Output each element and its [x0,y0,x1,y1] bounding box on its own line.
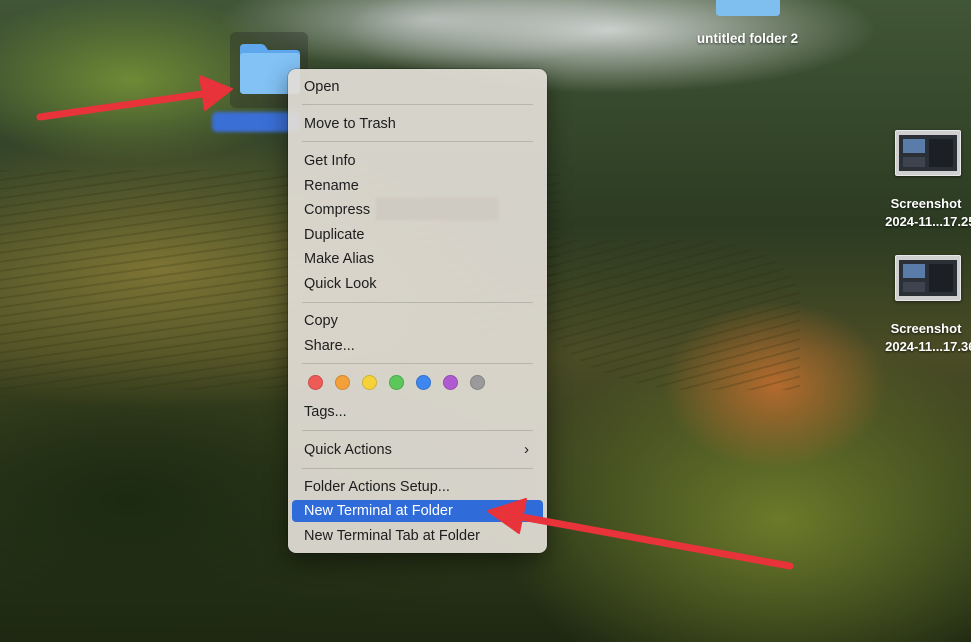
arrow-head-icon [487,498,527,534]
arrow-to-folder [36,90,206,121]
arrow-to-menu-item [518,513,794,570]
annotation-arrows [36,75,794,570]
arrow-head-icon [199,75,233,111]
